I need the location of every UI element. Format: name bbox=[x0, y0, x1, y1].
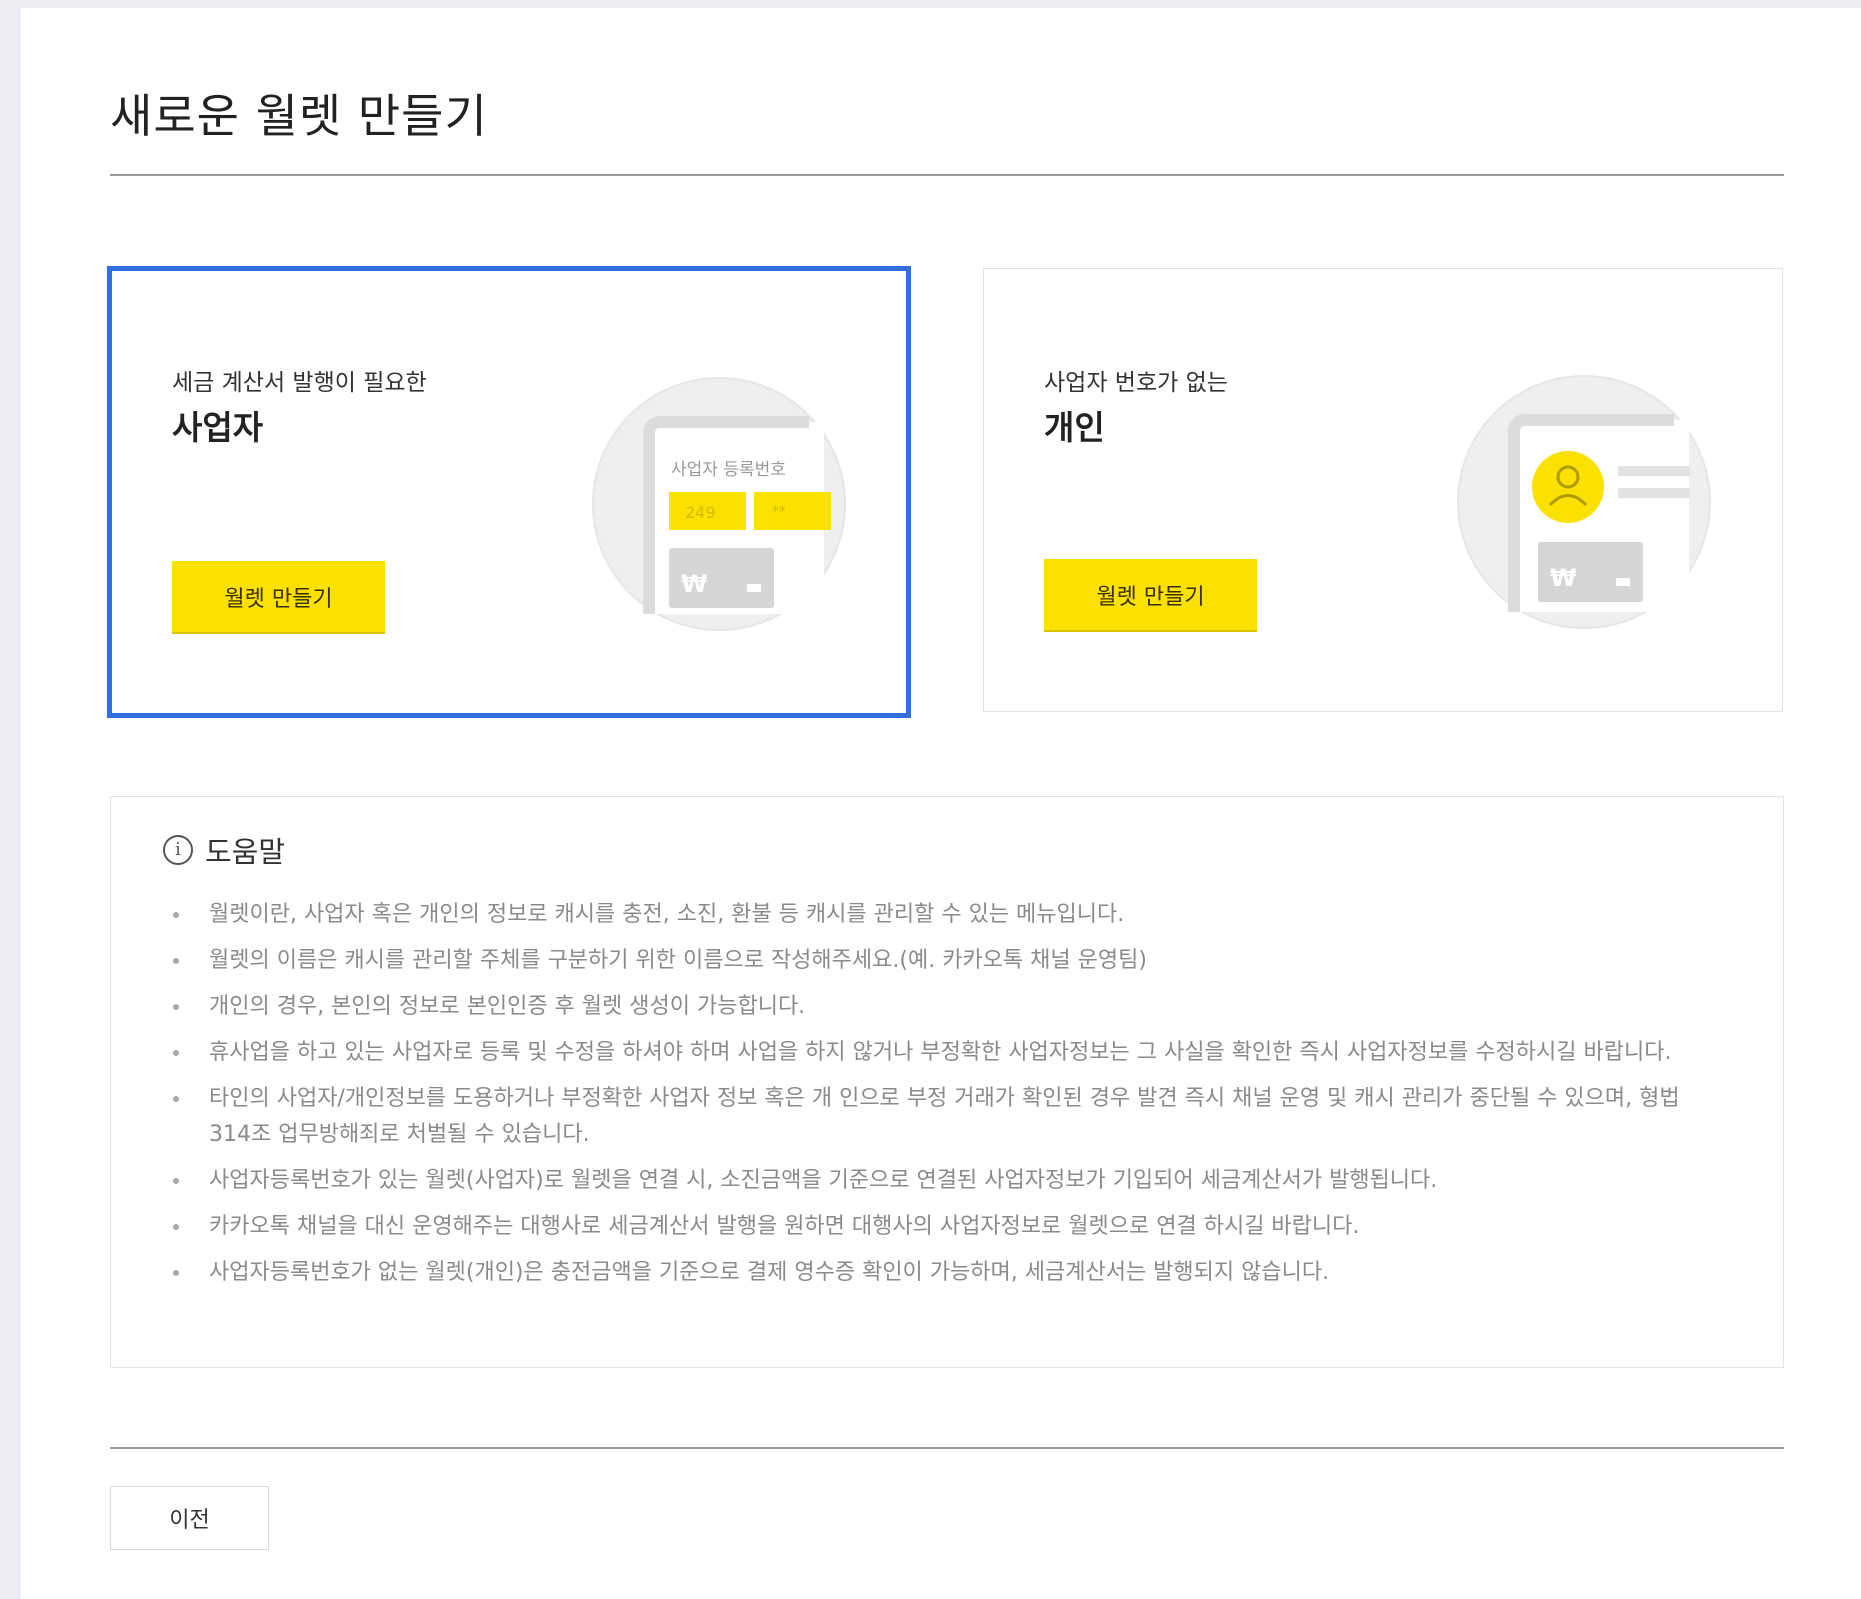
help-item: 월렛이란, 사업자 혹은 개인의 정보로 캐시를 충전, 소진, 환불 등 캐시… bbox=[163, 897, 1723, 933]
help-list: 월렛이란, 사업자 혹은 개인의 정보로 캐시를 충전, 소진, 환불 등 캐시… bbox=[163, 897, 1723, 1301]
wallet-type-card-business[interactable]: 세금 계산서 발행이 필요한 사업자 월렛 만들기 사업자 등록번호 249 *… bbox=[107, 266, 911, 718]
illustration-field-2: ** bbox=[772, 504, 786, 520]
help-item: 사업자등록번호가 있는 월렛(사업자)로 월렛을 연결 시, 소진금액을 기준으… bbox=[163, 1163, 1723, 1199]
footer-divider bbox=[110, 1447, 1784, 1449]
help-item: 월렛의 이름은 캐시를 관리할 주체를 구분하기 위한 이름으로 작성해주세요.… bbox=[163, 943, 1723, 979]
currency-icon: ₩ bbox=[681, 570, 708, 598]
help-header: i 도움말 bbox=[163, 829, 285, 871]
previous-button[interactable]: 이전 bbox=[110, 1486, 269, 1550]
page-title: 새로운 월렛 만들기 bbox=[110, 89, 488, 143]
illustration-field-1: 249 bbox=[685, 503, 716, 522]
create-wallet-business-button[interactable]: 월렛 만들기 bbox=[172, 561, 385, 632]
create-wallet-personal-button[interactable]: 월렛 만들기 bbox=[1044, 559, 1257, 630]
help-item: 사업자등록번호가 없는 월렛(개인)은 충전금액을 기준으로 결제 영수증 확인… bbox=[163, 1255, 1723, 1291]
help-item: 카카오톡 채널을 대신 운영해주는 대행사로 세금계산서 발행을 원하면 대행사… bbox=[163, 1209, 1723, 1245]
help-item: 휴사업을 하고 있는 사업자로 등록 및 수정을 하셔야 하며 사업을 하지 않… bbox=[163, 1035, 1723, 1071]
wallet-type-card-personal[interactable]: 사업자 번호가 없는 개인 월렛 만들기 ₩ bbox=[983, 268, 1783, 712]
card-subtitle: 사업자 번호가 없는 bbox=[1044, 370, 1228, 396]
currency-icon: ₩ bbox=[1550, 564, 1577, 592]
card-title: 사업자 bbox=[172, 408, 264, 447]
card-subtitle: 세금 계산서 발행이 필요한 bbox=[172, 370, 427, 396]
help-box: i 도움말 월렛이란, 사업자 혹은 개인의 정보로 캐시를 충전, 소진, 환… bbox=[110, 796, 1784, 1368]
business-registration-icon: 사업자 등록번호 249 ** ₩ bbox=[592, 377, 846, 631]
help-title: 도움말 bbox=[205, 835, 286, 869]
card-title: 개인 bbox=[1044, 408, 1105, 447]
person-icon: ₩ bbox=[1457, 375, 1711, 629]
illustration-label: 사업자 등록번호 bbox=[671, 460, 786, 480]
title-divider bbox=[110, 174, 1784, 176]
info-icon: i bbox=[163, 835, 193, 865]
help-item: 개인의 경우, 본인의 정보로 본인인증 후 월렛 생성이 가능합니다. bbox=[163, 989, 1723, 1025]
help-item: 타인의 사업자/개인정보를 도용하거나 부정확한 사업자 정보 혹은 개 인으로… bbox=[163, 1081, 1723, 1153]
